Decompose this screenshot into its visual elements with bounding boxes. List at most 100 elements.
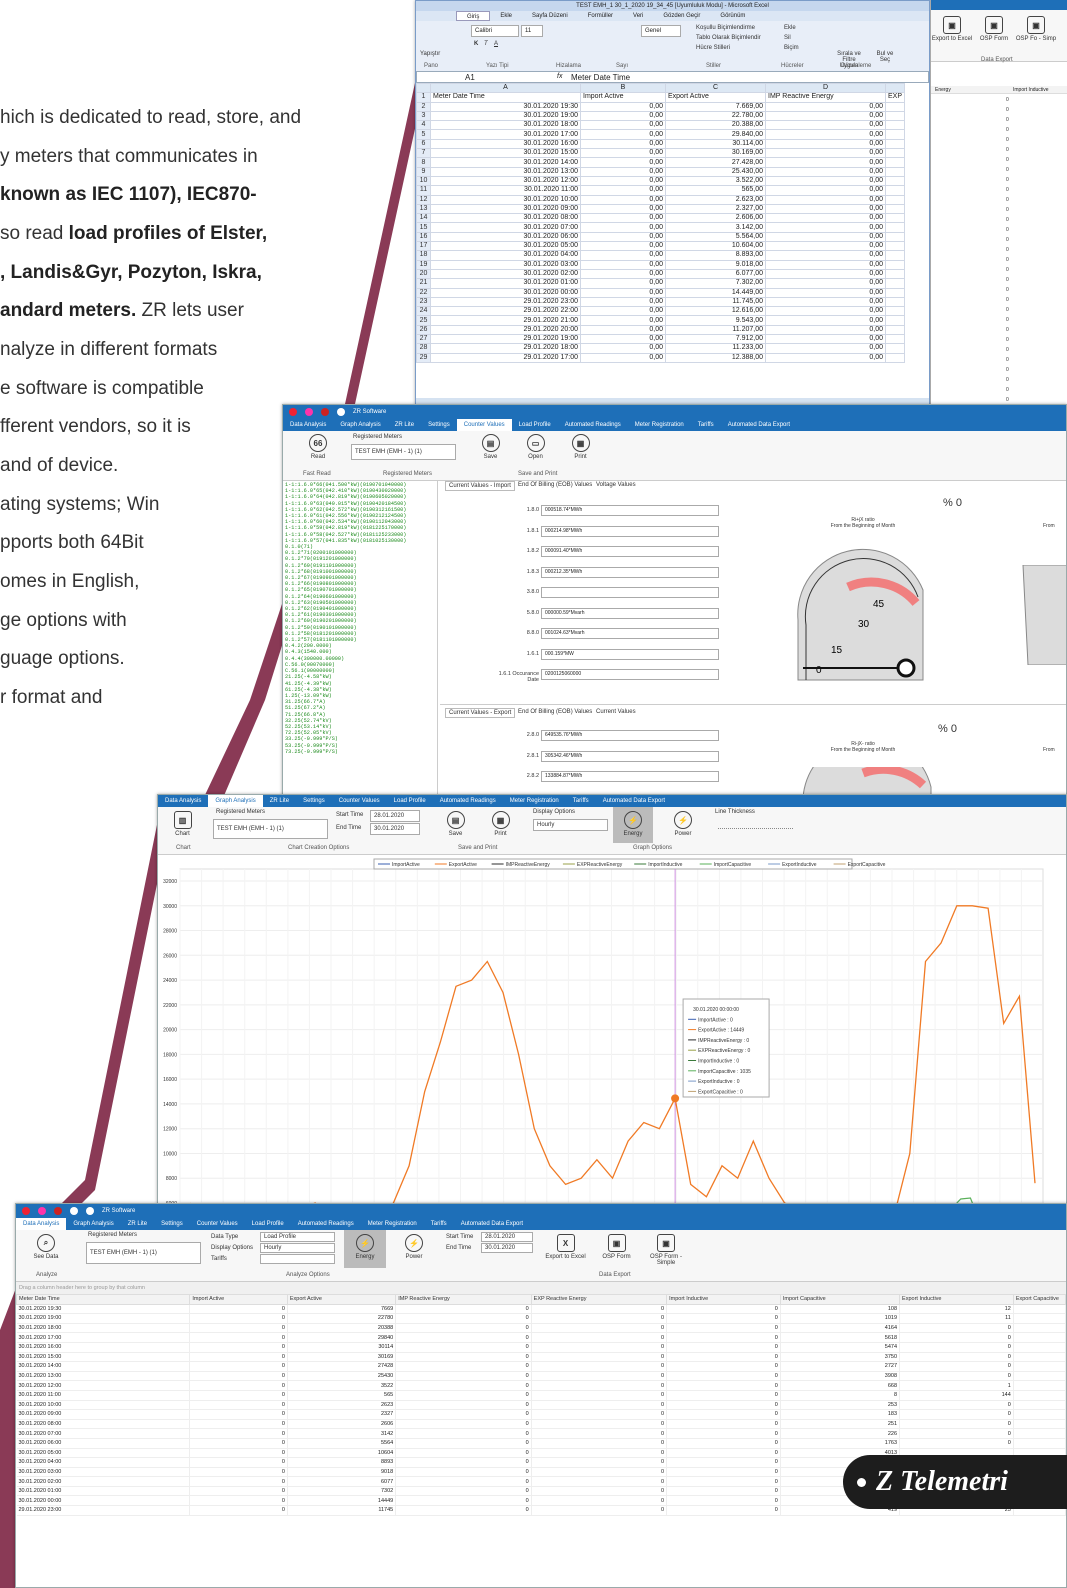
data-grid-cell[interactable]: 0 (189, 1419, 288, 1430)
excel-cell[interactable]: 30.01.2020 11:00 (430, 185, 581, 196)
excel-cell[interactable]: 0,00 (580, 148, 666, 159)
counter-subtab[interactable]: End Of Billing (EOB) Values (515, 708, 595, 716)
data-grid-cell[interactable]: 0 (899, 1409, 1014, 1420)
excel-cell[interactable]: 0,00 (765, 157, 886, 168)
excel-cell[interactable]: 0,00 (580, 268, 666, 280)
data-grid-cell[interactable]: 0 (395, 1428, 532, 1439)
data-grid-cell[interactable]: 0 (666, 1313, 781, 1324)
data-grid-cell[interactable]: 0 (899, 1400, 1014, 1411)
excel-header-cell[interactable]: IMP Reactive Energy (765, 92, 886, 103)
open-button[interactable]: ▭ Open (523, 434, 548, 460)
data-grid-cell[interactable]: 183 (780, 1409, 901, 1420)
cell-styles-button[interactable]: Hücre Stilleri (696, 45, 730, 51)
data-grid-cell[interactable] (1013, 1342, 1066, 1353)
data-grid-cell[interactable]: 30.01.2020 10:00 (16, 1400, 191, 1411)
tab-data-analysis[interactable]: Data Analysis (283, 422, 333, 428)
data-grid-cell[interactable]: 30.01.2020 12:00 (16, 1380, 191, 1391)
excel-row-number[interactable]: 26 (416, 324, 431, 336)
data-grid-cell[interactable] (1013, 1409, 1066, 1420)
data-grid-cell[interactable]: 14449 (287, 1495, 397, 1507)
font-size-combo[interactable]: 11 (521, 25, 543, 37)
excel-cell[interactable]: 7.912,00 (665, 333, 766, 345)
excel-cell[interactable]: 0,00 (580, 129, 666, 140)
excel-cell[interactable]: 0,00 (765, 287, 886, 298)
excel-row-number[interactable]: 1 (416, 92, 431, 103)
data-grid-cell[interactable] (1013, 1428, 1066, 1439)
excel-row-number[interactable]: 10 (416, 175, 431, 187)
excel-cell[interactable]: 0,00 (765, 138, 886, 150)
excel-cell[interactable] (884, 120, 906, 131)
data-grid-cell[interactable]: 1763 (780, 1438, 901, 1449)
data-grid-cell[interactable]: 0 (395, 1342, 532, 1353)
excel-cell[interactable]: 7.669,00 (665, 101, 766, 112)
excel-cell[interactable] (884, 268, 906, 280)
data-grid-cell[interactable]: 0 (666, 1428, 781, 1439)
data-grid-cell[interactable]: 144 (899, 1390, 1014, 1401)
excel-cell[interactable] (884, 306, 906, 317)
obis-field-value[interactable]: 305342.46*MWh (541, 750, 719, 762)
excel-cell[interactable]: 30.01.2020 05:00 (430, 241, 581, 252)
excel-cell[interactable]: 0,00 (580, 213, 666, 224)
table-row[interactable]: 30.01.2020 11:00 0 565 0 0 0 8 144 (16, 1390, 1066, 1401)
background-export-button[interactable]: ▣ Export to Excel (931, 16, 973, 42)
data-grid-cell[interactable]: 0 (666, 1390, 781, 1401)
excel-cell[interactable]: 0,00 (580, 333, 666, 345)
data-grid-cell[interactable]: 30.01.2020 18:00 (16, 1323, 191, 1334)
line-thickness-slider[interactable] (718, 823, 793, 829)
excel-cell[interactable]: 30.01.2020 00:00 (430, 287, 581, 298)
excel-cell[interactable]: 3.522,00 (665, 175, 766, 187)
data-grid-cell[interactable]: 2606 (287, 1419, 397, 1430)
excel-cell[interactable]: 0,00 (580, 222, 666, 233)
excel-cell[interactable]: 29.01.2020 22:00 (430, 306, 581, 317)
conditional-format-button[interactable]: Koşullu Biçimlendirme (696, 25, 755, 31)
data-grid-cell[interactable]: 30.01.2020 14:00 (16, 1361, 191, 1372)
excel-tab[interactable]: Veri (623, 11, 653, 21)
excel-cell[interactable]: 0,00 (580, 194, 666, 205)
data-grid-cell[interactable]: 0 (666, 1467, 781, 1478)
excel-tab[interactable]: Giriş (456, 11, 491, 21)
data-grid-cell[interactable]: 0 (666, 1304, 781, 1315)
tab-counter-values[interactable]: Counter Values (332, 798, 387, 804)
excel-cell[interactable]: 22.780,00 (665, 110, 766, 122)
data-grid-cell[interactable]: 0 (395, 1495, 532, 1507)
data-grid-cell[interactable]: 12 (899, 1304, 1014, 1315)
excel-cell[interactable]: 30.01.2020 16:00 (430, 138, 581, 150)
data-grid-cell[interactable]: 0 (395, 1467, 532, 1478)
legend-entry[interactable]: ExportActive (449, 862, 477, 868)
data-grid-column-header[interactable]: Import Active (189, 1294, 288, 1305)
data-grid-cell[interactable]: 0 (189, 1409, 288, 1420)
excel-cell[interactable]: 2.623,00 (665, 194, 766, 205)
read-button[interactable]: 66 Read (303, 434, 333, 460)
data-grid-cell[interactable]: 30.01.2020 17:00 (16, 1332, 191, 1343)
excel-cell[interactable]: 0,00 (765, 101, 886, 112)
export-excel-button[interactable]: X Export to Excel (543, 1234, 588, 1260)
data-grid-cell[interactable]: 0 (395, 1380, 532, 1391)
data-grid-cell[interactable]: 20388 (287, 1323, 397, 1334)
excel-cell[interactable]: 30.01.2020 10:00 (430, 194, 581, 205)
excel-cell[interactable] (884, 101, 906, 112)
excel-cell[interactable]: 7.302,00 (665, 278, 766, 289)
data-grid-cell[interactable]: 0 (531, 1495, 668, 1507)
excel-cell[interactable]: 30.01.2020 06:00 (430, 231, 581, 243)
excel-row-number[interactable]: 4 (416, 120, 431, 131)
data-grid-cell[interactable]: 0 (395, 1323, 532, 1334)
excel-cell[interactable]: 9.018,00 (665, 259, 766, 270)
bold-button[interactable]: K (474, 41, 478, 47)
excel-cell[interactable]: 30.01.2020 13:00 (430, 166, 581, 177)
excel-cell[interactable] (884, 287, 906, 298)
meter-select[interactable]: TEST EMH (EMH - 1) (1) (351, 444, 456, 460)
data-grid-column-header[interactable]: Import Capacitive (779, 1294, 901, 1305)
data-grid-cell[interactable]: 30.01.2020 11:00 (16, 1390, 191, 1401)
excel-cell[interactable]: 0,00 (580, 287, 666, 298)
excel-row-number[interactable]: 23 (416, 296, 431, 308)
obis-field-value[interactable]: 649535.76*MWh (541, 730, 719, 741)
data-grid-cell[interactable]: 0 (899, 1428, 1014, 1439)
underline-button[interactable]: A (494, 41, 498, 47)
table-row[interactable]: 30.01.2020 17:00 0 29840 0 0 0 5618 0 (16, 1332, 1066, 1343)
excel-cell[interactable]: 0,00 (765, 306, 886, 317)
data-grid-cell[interactable]: 0 (531, 1448, 668, 1459)
save-button[interactable]: ▤ Save (478, 434, 503, 460)
excel-cell[interactable]: 0,00 (765, 203, 886, 215)
data-grid-cell[interactable]: 30114 (287, 1342, 397, 1353)
data-grid-cell[interactable]: 0 (395, 1390, 532, 1401)
